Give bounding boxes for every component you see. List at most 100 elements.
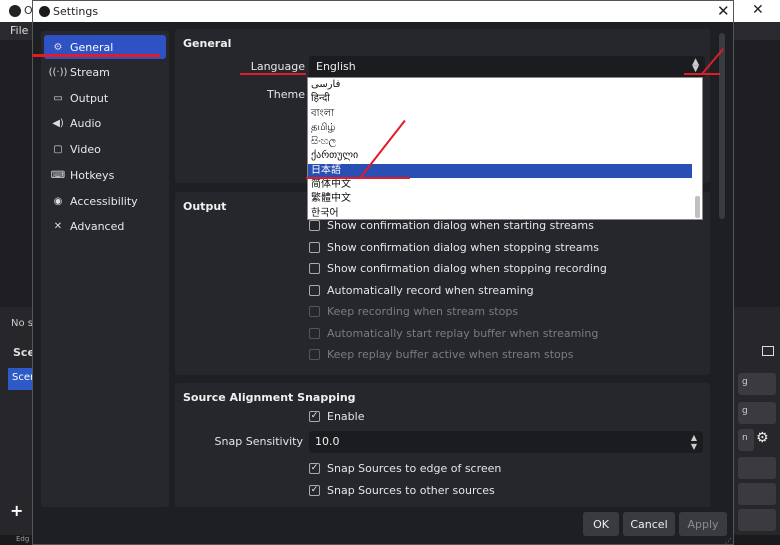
auto-record-checkbox[interactable]: Automatically record when streaming xyxy=(309,282,534,298)
sidebar-item-label: Accessibility xyxy=(70,194,138,208)
keep-replay-buffer-checkbox[interactable]: Keep replay buffer active when stream st… xyxy=(309,346,574,362)
checkbox-label: Keep recording when stream stops xyxy=(327,304,519,318)
annotation-underline-language xyxy=(240,73,306,75)
sidebar-item-label: Audio xyxy=(70,116,102,130)
checkbox-label: Snap Sources to other sources xyxy=(327,483,495,497)
obs-logo-icon xyxy=(9,5,21,17)
updown-arrow-icon: ▲ ▼ xyxy=(692,57,699,74)
checkbox-label: Automatically record when streaming xyxy=(327,283,534,297)
right-button-3[interactable]: n xyxy=(738,429,754,451)
right-button-5[interactable] xyxy=(738,483,776,505)
sidebar-item-accessibility[interactable]: ◉ Accessibility xyxy=(44,189,166,213)
confirm-stop-recording-checkbox[interactable]: Show confirmation dialog when stopping r… xyxy=(309,260,607,276)
language-option[interactable]: ქართული xyxy=(308,149,702,163)
spin-arrows-icon[interactable]: ▲ ▼ xyxy=(691,433,697,451)
checkbox-box xyxy=(309,219,320,231)
language-option[interactable]: 简体中文 xyxy=(308,178,702,192)
wrench-icon: ✕ xyxy=(53,220,63,232)
status-text: Edg xyxy=(16,535,30,543)
checkmark-icon: ✓ xyxy=(309,410,320,422)
undock-icon[interactable] xyxy=(762,346,774,356)
dropdown-scrollbar[interactable] xyxy=(695,196,700,218)
theme-label: Theme xyxy=(267,88,305,101)
auto-replay-buffer-checkbox[interactable]: Automatically start replay buffer when s… xyxy=(309,325,598,341)
scene-item[interactable]: Scer xyxy=(8,368,34,390)
right-button-1[interactable]: g xyxy=(738,373,776,395)
sidebar-item-audio[interactable]: ◀) Audio xyxy=(44,111,166,135)
language-option[interactable]: বাংলা xyxy=(308,107,702,121)
sidebar-item-advanced[interactable]: ✕ Advanced xyxy=(44,214,166,238)
sidebar-item-output[interactable]: ▭ Output xyxy=(44,86,166,110)
ok-button[interactable]: OK xyxy=(583,512,619,536)
checkbox-label: Snap Sources to edge of screen xyxy=(327,461,502,475)
checkbox-label: Show confirmation dialog when stopping r… xyxy=(327,261,607,275)
content-scrollbar[interactable] xyxy=(719,33,725,219)
sidebar-item-video[interactable]: ▢ Video xyxy=(44,137,166,161)
snap-sensitivity-label: Snap Sensitivity xyxy=(214,435,303,448)
checkbox-label: Keep replay buffer active when stream st… xyxy=(327,347,574,361)
sidebar-item-label: Video xyxy=(70,142,101,156)
checkbox-box xyxy=(309,262,320,274)
keep-recording-checkbox[interactable]: Keep recording when stream stops xyxy=(309,303,518,319)
language-option[interactable]: தமிழ் xyxy=(308,121,702,135)
sidebar-item-label: General xyxy=(70,40,114,54)
cancel-button[interactable]: Cancel xyxy=(623,512,675,536)
checkmark-icon: ✓ xyxy=(309,484,320,496)
sidebar-item-label: Stream xyxy=(70,65,110,79)
checkbox-box xyxy=(309,241,320,253)
speaker-icon: ◀) xyxy=(52,117,64,129)
language-option[interactable]: 한국어 xyxy=(308,207,702,219)
main-close-icon[interactable]: ✕ xyxy=(752,2,764,18)
keyboard-icon: ⌨ xyxy=(50,169,66,181)
confirm-stop-stream-checkbox[interactable]: Show confirmation dialog when stopping s… xyxy=(309,239,599,255)
annotation-underline-general xyxy=(32,54,160,57)
menu-file[interactable]: File xyxy=(10,24,28,37)
checkbox-box xyxy=(309,284,320,296)
resize-grip-icon[interactable]: ⋰ xyxy=(725,537,732,545)
language-option[interactable]: 繁體中文 xyxy=(308,192,702,206)
snapping-section: Source Alignment Snapping ✓ Enable Snap S… xyxy=(175,383,710,507)
right-button-4[interactable] xyxy=(738,457,776,479)
apply-button[interactable]: Apply xyxy=(679,512,727,536)
checkbox-label: Enable xyxy=(327,409,365,423)
language-option[interactable]: فارسی xyxy=(308,78,702,92)
dialog-title: Settings xyxy=(53,5,99,18)
gear-icon: ⚙ xyxy=(53,41,63,53)
sidebar-item-label: Hotkeys xyxy=(70,168,115,182)
sidebar-item-label: Advanced xyxy=(70,219,125,233)
dialog-titlebar: Settings ✕ xyxy=(33,1,733,22)
checkbox-box xyxy=(309,327,320,339)
sidebar-item-label: Output xyxy=(70,91,109,105)
checkmark-icon: ✓ xyxy=(309,462,320,474)
sidebar-item-stream[interactable]: ((·)) Stream xyxy=(44,60,166,84)
section-title-general: General xyxy=(183,37,232,50)
section-title-output: Output xyxy=(183,200,227,213)
snap-edge-checkbox[interactable]: ✓ Snap Sources to edge of screen xyxy=(309,460,501,476)
close-icon[interactable]: ✕ xyxy=(717,2,730,20)
checkbox-label: Show confirmation dialog when starting s… xyxy=(327,218,594,232)
right-button-6[interactable] xyxy=(738,509,776,531)
snap-sensitivity-spinbox[interactable]: 10.0 ▲ ▼ xyxy=(309,431,703,453)
antenna-icon: ((·)) xyxy=(48,66,68,78)
language-option[interactable]: සිංහල xyxy=(308,135,702,149)
monitor-icon: ▭ xyxy=(53,92,63,104)
sidebar-item-hotkeys[interactable]: ⌨ Hotkeys xyxy=(44,163,166,187)
settings-sidebar: ⚙ General ((·)) Stream ▭ Output ◀) Audio… xyxy=(41,31,169,507)
language-select[interactable]: English ▲ ▼ xyxy=(309,56,705,78)
annotation-underline-japanese xyxy=(306,177,410,179)
snap-other-sources-checkbox[interactable]: ✓ Snap Sources to other sources xyxy=(309,482,495,498)
obs-logo-icon xyxy=(39,6,50,17)
add-scene-button[interactable]: + xyxy=(10,501,32,521)
checkbox-box xyxy=(309,305,320,317)
language-option[interactable]: हिन्दी xyxy=(308,92,702,106)
checkbox-label: Show confirmation dialog when stopping s… xyxy=(327,240,599,254)
snap-sensitivity-value: 10.0 xyxy=(315,435,340,448)
accessibility-icon: ◉ xyxy=(53,195,63,207)
checkbox-label: Automatically start replay buffer when s… xyxy=(327,326,599,340)
language-dropdown-list: فارسی हिन्दी বাংলা தமிழ் සිංහල ქართული 日… xyxy=(307,77,703,220)
right-button-2[interactable]: g xyxy=(738,402,776,424)
snapping-enable-checkbox[interactable]: ✓ Enable xyxy=(309,408,364,424)
settings-gear-icon[interactable]: ⚙ xyxy=(756,430,769,446)
language-label: Language xyxy=(250,60,305,73)
display-icon: ▢ xyxy=(53,143,63,155)
